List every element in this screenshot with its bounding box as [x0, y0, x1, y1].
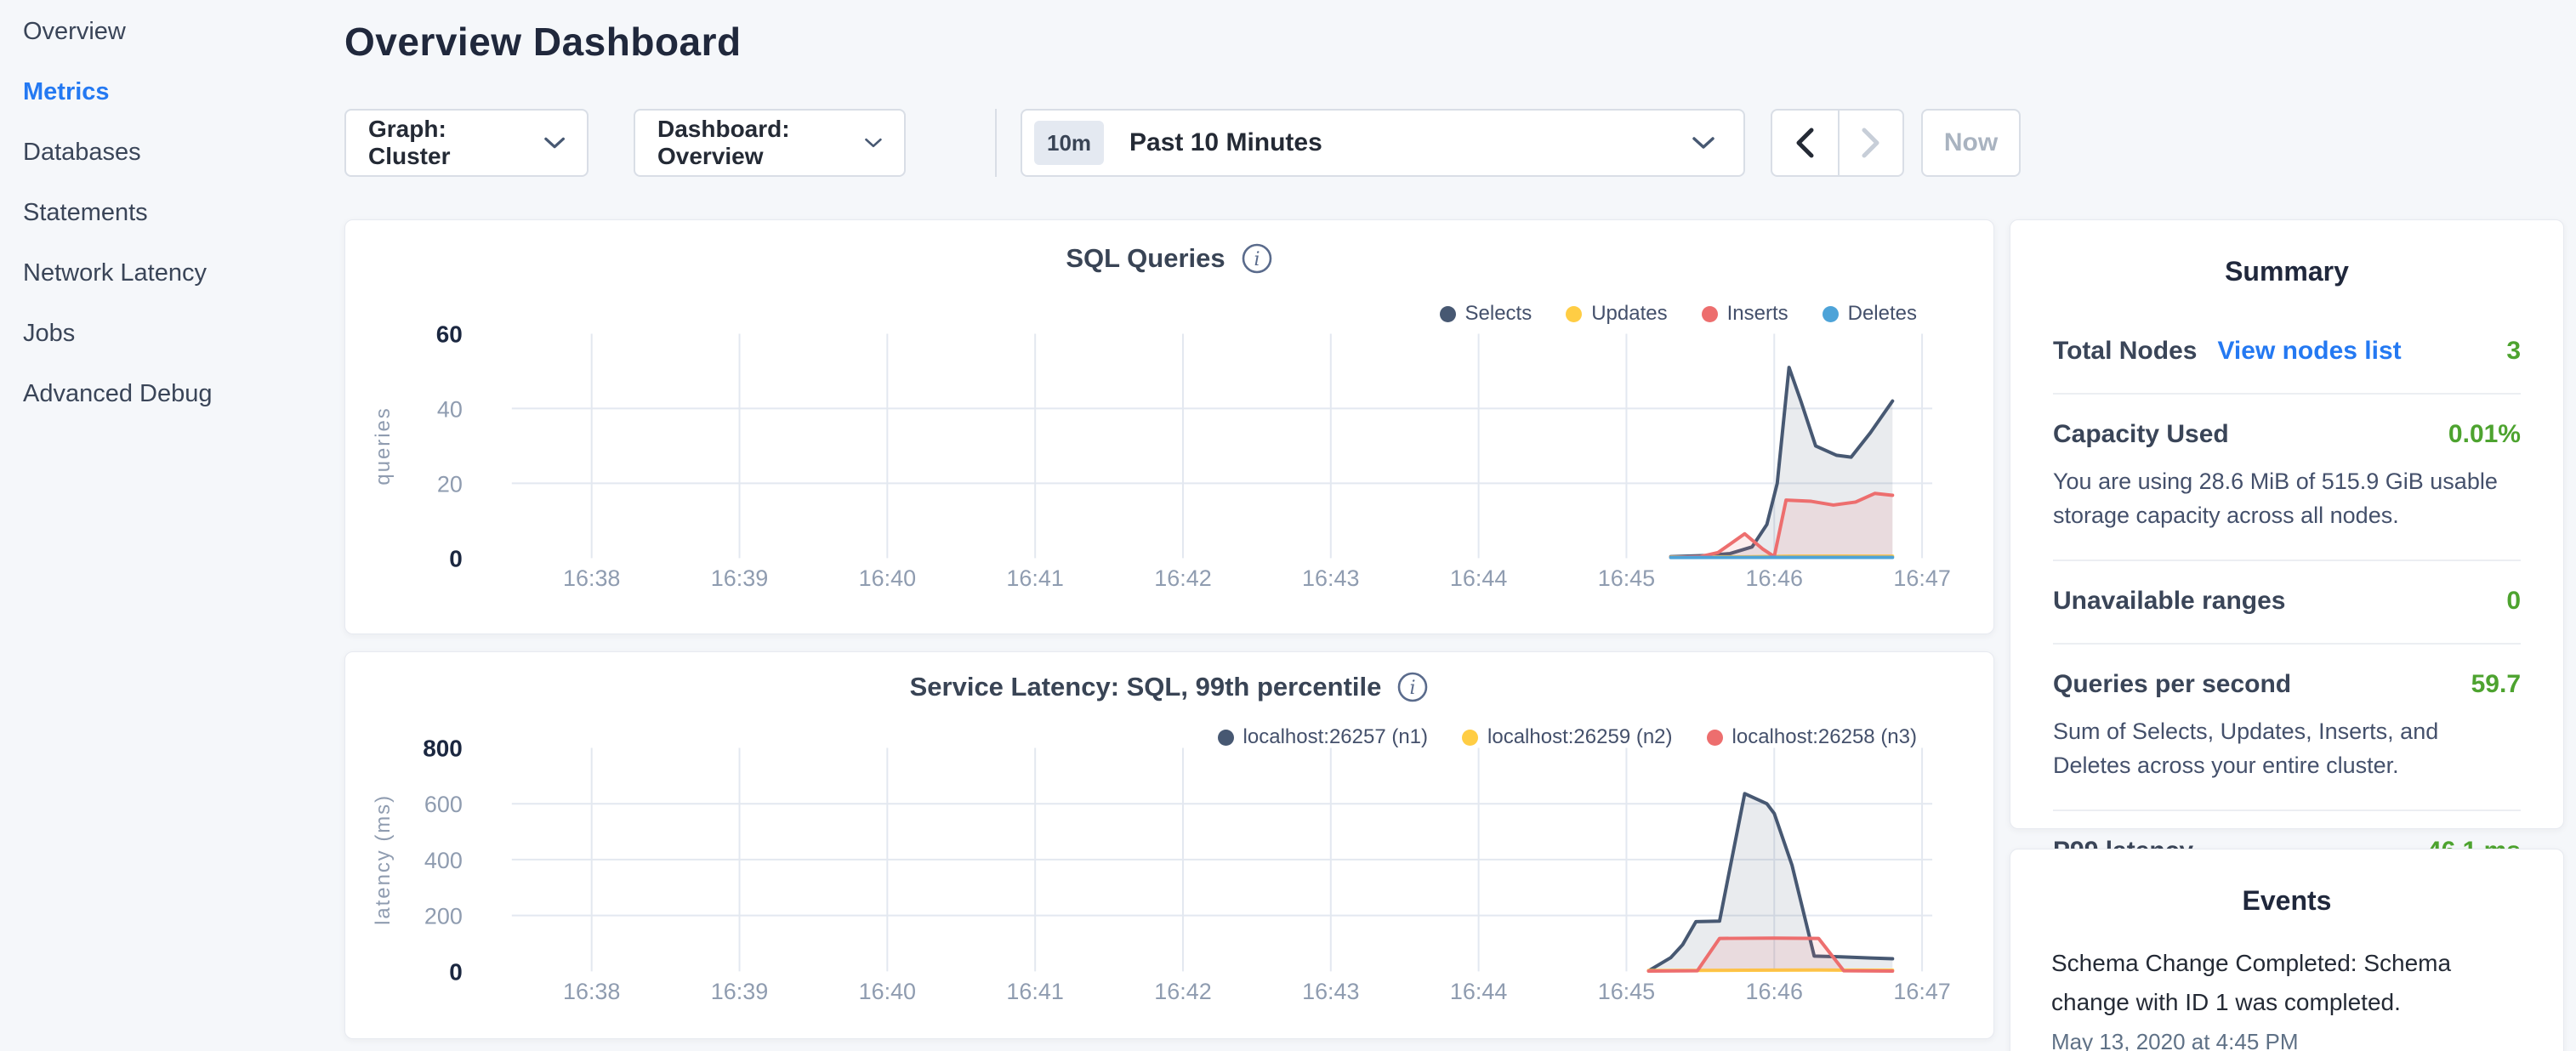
svg-text:16:43: 16:43 — [1302, 565, 1359, 591]
sql-queries-chart-card: SQL Queries i SelectsUpdatesInsertsDelet… — [344, 219, 1994, 634]
svg-text:16:44: 16:44 — [1450, 979, 1507, 1004]
service-latency-chart-card: Service Latency: SQL, 99th percentile i … — [344, 651, 1994, 1039]
summary-row-description: You are using 28.6 MiB of 515.9 GiB usab… — [2053, 464, 2521, 532]
svg-text:16:42: 16:42 — [1154, 565, 1211, 591]
summary-row-value: 0 — [2506, 587, 2521, 616]
svg-text:16:45: 16:45 — [1598, 565, 1655, 591]
summary-row-label: Unavailable ranges — [2053, 587, 2285, 616]
svg-text:0: 0 — [449, 545, 463, 571]
event-item[interactable]: Schema Change Completed: Schema change w… — [2051, 944, 2522, 1051]
chevron-down-icon — [1692, 136, 1714, 150]
summary-row-label: Capacity Used — [2053, 420, 2229, 449]
sidebar-item-statements[interactable]: Statements — [0, 183, 340, 243]
svg-text:400: 400 — [424, 848, 463, 873]
summary-row-total-nodes: Total Nodes View nodes list 3 — [2053, 316, 2521, 393]
svg-text:16:47: 16:47 — [1893, 979, 1950, 1004]
svg-text:600: 600 — [424, 792, 463, 817]
svg-text:16:39: 16:39 — [711, 565, 768, 591]
summary-row-value: 0.01% — [2448, 420, 2521, 449]
summary-row-queries-per-second: Queries per second 59.7 Sum of Selects, Up… — [2053, 643, 2521, 810]
graph-dropdown[interactable]: Graph: Cluster — [344, 109, 589, 177]
events-list: Schema Change Completed: Schema change w… — [2051, 944, 2522, 1051]
dashboard-dropdown[interactable]: Dashboard: Overview — [634, 109, 906, 177]
svg-text:16:46: 16:46 — [1746, 979, 1803, 1004]
summary-row-head: Capacity Used 0.01% — [2053, 420, 2521, 449]
view-nodes-list-link[interactable]: View nodes list — [2217, 337, 2401, 366]
svg-text:16:42: 16:42 — [1154, 979, 1211, 1004]
sidebar-item-overview[interactable]: Overview — [0, 2, 340, 62]
event-timestamp: May 13, 2020 at 4:45 PM — [2051, 1029, 2522, 1051]
graph-dropdown-label: Graph: Cluster — [368, 116, 524, 170]
time-range-badge: 10m — [1034, 121, 1104, 165]
sidebar-item-jobs[interactable]: Jobs — [0, 304, 340, 364]
summary-row-unavailable-ranges: Unavailable ranges 0 — [2053, 560, 2521, 643]
summary-row-label: Total Nodes — [2053, 337, 2197, 366]
svg-text:16:47: 16:47 — [1893, 565, 1950, 591]
summary-panel: Summary Total Nodes View nodes list 3 Capac… — [2010, 219, 2564, 829]
sidebar-item-advanced-debug[interactable]: Advanced Debug — [0, 364, 340, 424]
summary-row-label: Queries per second — [2053, 670, 2291, 699]
sql-queries-plot[interactable]: 16:38 16:39 16:40 16:41 16:42 16:43 16:44 16:45… — [345, 220, 1993, 633]
summary-row-head: Queries per second 59.7 — [2053, 670, 2521, 699]
summary-row-capacity-used: Capacity Used 0.01% You are using 28.6 MiB… — [2053, 393, 2521, 560]
chevron-right-icon — [1862, 128, 1880, 158]
summary-rows: Total Nodes View nodes list 3 Capacity Used… — [2053, 316, 2521, 893]
svg-text:16:44: 16:44 — [1450, 565, 1508, 591]
svg-text:16:43: 16:43 — [1302, 979, 1359, 1004]
summary-title: Summary — [2053, 220, 2521, 287]
svg-text:queries: queries — [372, 406, 395, 485]
summary-row-description: Sum of Selects, Updates, Inserts, and De… — [2053, 714, 2521, 782]
time-range-dropdown[interactable]: 10m Past 10 Minutes — [1021, 109, 1745, 177]
svg-text:40: 40 — [437, 396, 463, 422]
svg-text:16:40: 16:40 — [859, 565, 916, 591]
events-panel: Events Schema Change Completed: Schema c… — [2010, 849, 2564, 1051]
chevron-left-icon — [1795, 128, 1814, 158]
sidebar-nav: OverviewMetricsDatabasesStatementsNetwor… — [0, 0, 340, 1051]
svg-text:20: 20 — [437, 471, 463, 497]
time-forward-button[interactable] — [1838, 111, 1903, 175]
svg-text:16:41: 16:41 — [1006, 565, 1063, 591]
time-range-label: Past 10 Minutes — [1129, 128, 1322, 157]
toolbar-divider — [995, 109, 997, 177]
svg-text:60: 60 — [436, 321, 463, 347]
summary-row-head: Unavailable ranges 0 — [2053, 587, 2521, 616]
svg-text:16:40: 16:40 — [859, 979, 916, 1004]
sidebar-item-metrics[interactable]: Metrics — [0, 62, 340, 122]
svg-text:16:41: 16:41 — [1006, 979, 1063, 1004]
dashboard-dropdown-label: Dashboard: Overview — [657, 116, 844, 170]
svg-text:16:38: 16:38 — [563, 979, 620, 1004]
summary-row-value: 59.7 — [2471, 670, 2521, 699]
events-title: Events — [2051, 849, 2522, 917]
svg-text:16:46: 16:46 — [1746, 565, 1803, 591]
svg-text:latency (ms): latency (ms) — [372, 794, 395, 925]
now-button[interactable]: Now — [1921, 109, 2021, 177]
sidebar-item-network-latency[interactable]: Network Latency — [0, 243, 340, 304]
event-message: Schema Change Completed: Schema change w… — [2051, 944, 2522, 1022]
app-root: OverviewMetricsDatabasesStatementsNetwor… — [0, 0, 2576, 1051]
summary-row-value: 3 — [2506, 337, 2521, 366]
time-pager — [1771, 109, 1904, 177]
svg-text:16:45: 16:45 — [1598, 979, 1655, 1004]
svg-text:200: 200 — [424, 904, 463, 929]
service-latency-plot[interactable]: 16:38 16:39 16:40 16:41 16:42 16:43 16:44 16:45… — [345, 652, 1993, 1038]
summary-row-head: Total Nodes View nodes list 3 — [2053, 337, 2521, 366]
svg-text:0: 0 — [449, 958, 463, 985]
svg-text:16:38: 16:38 — [563, 565, 620, 591]
chevron-down-icon — [544, 136, 565, 150]
svg-text:16:39: 16:39 — [711, 979, 768, 1004]
sidebar-item-databases[interactable]: Databases — [0, 122, 340, 183]
svg-text:800: 800 — [423, 736, 463, 762]
time-back-button[interactable] — [1772, 111, 1838, 175]
toolbar: Graph: Cluster Dashboard: Overview 10m P… — [344, 109, 2021, 177]
chevron-down-icon — [865, 136, 882, 150]
page-title: Overview Dashboard — [344, 19, 742, 65]
